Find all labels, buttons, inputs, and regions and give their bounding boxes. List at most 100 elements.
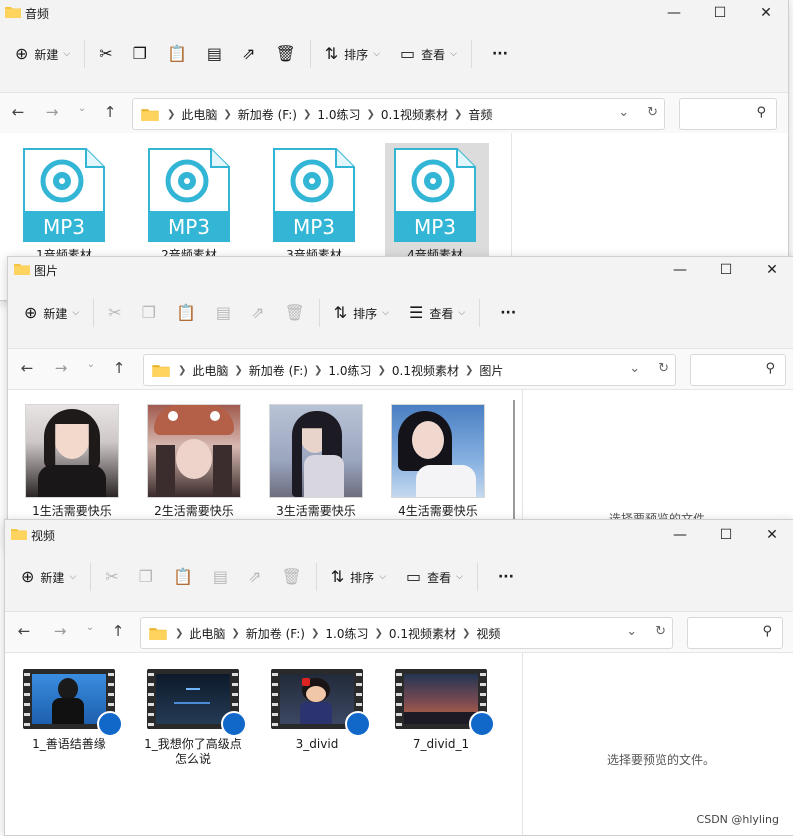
scrollbar[interactable] — [513, 400, 515, 520]
video-frame — [156, 674, 230, 724]
sort-button[interactable]: ⇅ 排序 ⌵ — [324, 296, 399, 330]
image-item[interactable]: 1生活需要快乐 — [22, 404, 122, 519]
sort-button[interactable]: ⇅ 排序 ⌵ — [315, 37, 390, 71]
breadcrumb-item[interactable]: 0.1视频素材 — [381, 106, 448, 123]
breadcrumb-item[interactable]: 1.0练习 — [328, 362, 371, 379]
chevron-down-icon[interactable]: ⌄ — [629, 361, 640, 376]
video-item[interactable]: 1_我想你了高级点怎么说 — [143, 669, 247, 767]
chevron-down-icon: ⌵ — [382, 308, 390, 318]
rename-button[interactable]: ▤ — [197, 37, 232, 71]
copy-button[interactable]: ❐ — [123, 37, 157, 71]
breadcrumb-item[interactable]: 0.1视频素材 — [392, 362, 459, 379]
paste-button[interactable]: 📋 — [163, 560, 203, 594]
share-icon: ⇗ — [242, 44, 256, 63]
forward-button[interactable]: → — [50, 359, 72, 379]
trash-icon: 🗑 — [281, 567, 302, 586]
share-button[interactable]: ⇗ — [238, 560, 271, 594]
back-button[interactable]: ← — [13, 622, 35, 642]
clipboard-icon: 📋 — [176, 303, 196, 322]
delete-button[interactable]: 🗑 — [265, 37, 305, 71]
breadcrumb-item[interactable]: 此电脑 — [189, 625, 225, 642]
breadcrumb-item[interactable]: 1.0练习 — [317, 106, 360, 123]
minimize-button[interactable]: — — [652, 0, 696, 26]
new-button[interactable]: ⊕ 新建 ⌵ — [11, 560, 86, 594]
breadcrumb-item[interactable]: 图片 — [479, 362, 503, 379]
address-bar[interactable]: ❯ 此电脑 ❯ 新加卷 (F:) ❯ 1.0练习 ❯ 0.1视频素材 ❯ 视频 … — [140, 617, 673, 649]
more-button[interactable]: ··· — [476, 37, 518, 71]
share-button[interactable]: ⇗ — [232, 37, 265, 71]
search-input[interactable]: ⚲ — [679, 98, 777, 130]
close-button[interactable]: ✕ — [750, 522, 793, 548]
recent-dropdown-icon[interactable]: ⌄ — [79, 622, 101, 642]
video-item[interactable]: 1_善语结善缘 — [19, 669, 123, 752]
file-item[interactable]: MP3 3音频素材 — [264, 143, 364, 263]
copy-button[interactable]: ❐ — [132, 296, 166, 330]
recent-dropdown-icon[interactable]: ⌄ — [80, 359, 102, 379]
close-button[interactable]: ✕ — [750, 257, 793, 283]
up-button[interactable]: ↑ — [108, 359, 130, 379]
up-button[interactable]: ↑ — [107, 622, 129, 642]
close-button[interactable]: ✕ — [744, 0, 788, 26]
share-button[interactable]: ⇗ — [241, 296, 274, 330]
cut-button[interactable]: ✂ — [98, 296, 131, 330]
copy-button[interactable]: ❐ — [129, 560, 163, 594]
back-button[interactable]: ← — [7, 103, 29, 123]
more-button[interactable]: ··· — [482, 560, 524, 594]
breadcrumb-item[interactable]: 音频 — [468, 106, 492, 123]
more-button[interactable]: ··· — [484, 296, 526, 330]
breadcrumb-item[interactable]: 新加卷 (F:) — [249, 362, 308, 379]
recent-dropdown-icon[interactable]: ⌄ — [71, 103, 93, 123]
breadcrumb-item[interactable]: 1.0练习 — [325, 625, 368, 642]
forward-button[interactable]: → — [41, 103, 63, 123]
minimize-button[interactable]: — — [658, 257, 702, 283]
breadcrumb-item[interactable]: 新加卷 (F:) — [238, 106, 297, 123]
maximize-button[interactable]: ☐ — [704, 522, 748, 548]
cut-button[interactable]: ✂ — [95, 560, 128, 594]
rename-button[interactable]: ▤ — [206, 296, 241, 330]
video-item[interactable]: 3_divid — [267, 669, 371, 752]
delete-button[interactable]: 🗑 — [274, 296, 314, 330]
refresh-icon[interactable]: ↻ — [655, 624, 666, 639]
chevron-down-icon[interactable]: ⌄ — [626, 624, 637, 639]
navigation-row: ← → ⌄ ↑ ❯ 此电脑 ❯ 新加卷 (F:) ❯ 1.0练习 ❯ 0.1视频… — [8, 348, 793, 390]
chevron-down-icon[interactable]: ⌄ — [618, 105, 629, 120]
refresh-icon[interactable]: ↻ — [658, 361, 669, 376]
address-bar[interactable]: ❯ 此电脑 ❯ 新加卷 (F:) ❯ 1.0练习 ❯ 0.1视频素材 ❯ 图片 … — [143, 354, 676, 386]
minimize-button[interactable]: — — [658, 522, 702, 548]
image-item[interactable]: 3生活需要快乐 — [266, 404, 366, 519]
sort-button[interactable]: ⇅ 排序 ⌵ — [321, 560, 396, 594]
back-button[interactable]: ← — [16, 359, 38, 379]
up-button[interactable]: ↑ — [99, 103, 121, 123]
paste-button[interactable]: 📋 — [166, 296, 206, 330]
file-item[interactable]: MP3 2音频素材 — [139, 143, 239, 263]
view-button[interactable]: ▭ 查看 ⌵ — [390, 37, 467, 71]
maximize-button[interactable]: ☐ — [704, 257, 748, 283]
breadcrumb-item[interactable]: 此电脑 — [192, 362, 228, 379]
address-bar[interactable]: ❯ 此电脑 ❯ 新加卷 (F:) ❯ 1.0练习 ❯ 0.1视频素材 ❯ 音频 … — [132, 98, 665, 130]
image-item[interactable]: 2生活需要快乐 — [144, 404, 244, 519]
breadcrumb-item[interactable]: 0.1视频素材 — [389, 625, 456, 642]
search-input[interactable]: ⚲ — [687, 617, 783, 649]
file-item[interactable]: MP3 1音频素材 — [14, 143, 114, 263]
breadcrumb-item[interactable]: 新加卷 (F:) — [246, 625, 305, 642]
title-bar[interactable]: 音频 — ☐ ✕ — [0, 0, 788, 26]
new-button[interactable]: ⊕ 新建 ⌵ — [5, 37, 80, 71]
view-button[interactable]: ▭ 查看 ⌵ — [396, 560, 473, 594]
title-bar[interactable]: 图片 — ☐ ✕ — [8, 257, 793, 283]
file-item-selected[interactable]: MP3 4音频素材 — [385, 143, 489, 267]
refresh-icon[interactable]: ↻ — [647, 105, 658, 120]
image-item[interactable]: 4生活需要快乐 — [388, 404, 488, 519]
new-button[interactable]: ⊕ 新建 ⌵ — [14, 296, 89, 330]
video-item[interactable]: 7_divid_1 — [391, 669, 495, 752]
search-input[interactable]: ⚲ — [690, 354, 786, 386]
maximize-button[interactable]: ☐ — [698, 0, 742, 26]
rename-button[interactable]: ▤ — [203, 560, 238, 594]
delete-button[interactable]: 🗑 — [271, 560, 311, 594]
forward-button[interactable]: → — [49, 622, 71, 642]
breadcrumb-item[interactable]: 视频 — [476, 625, 500, 642]
cut-button[interactable]: ✂ — [89, 37, 122, 71]
title-bar[interactable]: 视频 — ☐ ✕ — [5, 520, 793, 548]
view-button[interactable]: ☰ 查看 ⌵ — [399, 296, 475, 330]
breadcrumb-item[interactable]: 此电脑 — [181, 106, 217, 123]
paste-button[interactable]: 📋 — [157, 37, 197, 71]
